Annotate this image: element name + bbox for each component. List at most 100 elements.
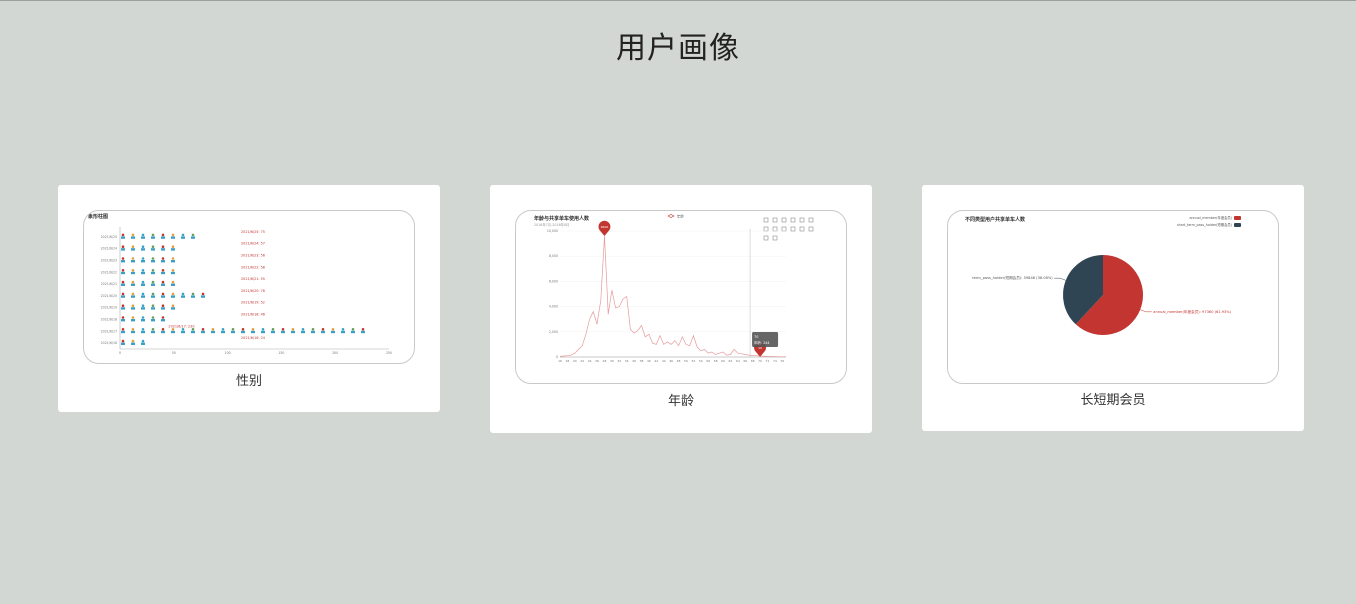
value-label: 2021/6/20: 78 xyxy=(241,289,265,293)
x-tick-label: 50 xyxy=(684,359,688,363)
value-label: 2021/6/17: 230 xyxy=(168,324,194,328)
x-tick-label: 18 xyxy=(565,359,569,363)
tooltip-text: 年龄: 244 xyxy=(754,340,769,345)
pictorial-bar xyxy=(121,245,175,251)
toolbox-icon xyxy=(808,226,814,232)
toolbox-icon xyxy=(772,226,778,232)
chart-title: 年龄与共享单车使用人数 xyxy=(534,215,590,222)
value-label: 2021/6/24: 57 xyxy=(241,242,265,246)
x-tick-label: 28 xyxy=(603,359,607,363)
category-label: 2021/6/18 xyxy=(101,318,117,322)
member-pie-chart: 不同类型用户共享单车人数 annual_member(年度会员) short_ter… xyxy=(965,215,1241,335)
member-chart-thumbnail[interactable]: 不同类型用户共享单车人数 annual_member(年度会员) short_ter… xyxy=(947,210,1279,384)
toolbox-icon xyxy=(763,226,769,232)
toolbox-icon xyxy=(781,217,787,223)
x-tick-label: 32 xyxy=(617,359,621,363)
toolbox-icon xyxy=(790,217,796,223)
member-caption: 长短期会员 xyxy=(1080,393,1146,408)
age-card[interactable]: 年龄与共享单车使用人数 2016年7月-2016年8月 年龄 0 2,000 4,000 6… xyxy=(490,185,872,433)
chart-title: 不同类型用户共享单车人数 xyxy=(965,216,1026,223)
x-tick-label: 46 xyxy=(669,359,673,363)
x-tick-label: 72 xyxy=(766,359,770,363)
x-tick-label: 24 xyxy=(588,359,592,363)
x-tick-label: 0 xyxy=(119,351,121,355)
x-tick-label: 36 xyxy=(632,359,636,363)
legend-label: 年龄 xyxy=(677,214,684,219)
value-label: 2021/6/21: 55 xyxy=(241,277,265,281)
x-tick-label: 66 xyxy=(743,359,747,363)
x-tick-label: 70 xyxy=(758,359,762,363)
value-label: 2021/6/25: 75 xyxy=(241,230,265,234)
x-tick-label: 26 xyxy=(595,359,599,363)
legend-marker xyxy=(667,214,675,218)
x-tick-label: 20 xyxy=(573,359,577,363)
chart-title: 象形柱图 xyxy=(88,213,108,220)
slice-label: annual_member(年度会员): 97360 (61.93%) xyxy=(1153,309,1231,314)
y-tick-label: 4,000 xyxy=(549,305,558,309)
pictorial-bar xyxy=(121,304,175,310)
slice-label-line xyxy=(1054,277,1066,281)
slice-label: term_pass_holder(短期会员): 59846 (38.06%) xyxy=(972,275,1053,280)
legend-label: short_term_pass_holder(短期会员) xyxy=(1177,222,1232,227)
chart-subtitle: 2016年7月-2016年8月 xyxy=(534,222,569,227)
toolbox-icon xyxy=(763,235,769,241)
y-tick-label: 10,000 xyxy=(547,229,558,233)
x-tick-label: 40 xyxy=(647,359,651,363)
gender-chart-thumbnail[interactable]: 象形柱图 0 50 100 150 200 250 2021/6/25 2021/6/25: 7… xyxy=(83,210,415,364)
x-tick-label: 52 xyxy=(691,359,695,363)
x-tick-label: 64 xyxy=(736,359,740,363)
tooltip-title: 70 xyxy=(754,335,758,339)
pictorial-bar xyxy=(121,328,365,334)
category-label: 2021/6/17 xyxy=(101,329,117,333)
x-tick-label: 68 xyxy=(751,359,755,363)
category-label: 2021/6/24 xyxy=(101,247,117,251)
x-tick-label: 34 xyxy=(625,359,629,363)
x-tick-label: 42 xyxy=(654,359,658,363)
x-tick-label: 250 xyxy=(386,351,392,355)
value-label: 2021/6/19: 52 xyxy=(241,301,265,305)
x-tick-label: 62 xyxy=(729,359,733,363)
x-tick-label: 74 xyxy=(773,359,777,363)
toolbox-icon xyxy=(808,217,814,223)
toolbox-icon xyxy=(790,226,796,232)
member-card[interactable]: 不同类型用户共享单车人数 annual_member(年度会员) short_ter… xyxy=(922,185,1304,431)
x-tick-label: 48 xyxy=(677,359,681,363)
toolbox-icon xyxy=(763,217,769,223)
x-tick-label: 54 xyxy=(699,359,703,363)
x-tick-label: 150 xyxy=(278,351,284,355)
value-label: 2021/6/23: 56 xyxy=(241,254,265,258)
age-chart-thumbnail[interactable]: 年龄与共享单车使用人数 2016年7月-2016年8月 年龄 0 2,000 4,000 6… xyxy=(515,210,847,384)
x-tick-label: 50 xyxy=(172,351,176,355)
gender-card[interactable]: 象形柱图 0 50 100 150 200 250 2021/6/25 2021/6/25: 7… xyxy=(58,185,440,412)
pictorial-bar xyxy=(121,292,205,298)
category-label: 2021/6/22 xyxy=(101,270,117,274)
legend-swatch xyxy=(1234,216,1241,220)
toolbox-icon xyxy=(772,217,778,223)
slice-label-line xyxy=(1140,309,1152,313)
category-label: 2021/6/16 xyxy=(101,341,117,345)
y-tick-label: 8,000 xyxy=(549,254,558,258)
toolbox-icon xyxy=(781,226,787,232)
value-label: 2021/6/18: 46 xyxy=(241,313,265,317)
category-label: 2021/6/19 xyxy=(101,306,117,310)
pictorial-bar xyxy=(121,339,145,345)
x-tick-label: 60 xyxy=(721,359,725,363)
category-label: 2021/6/25 xyxy=(101,235,117,239)
page-title: 用户画像 xyxy=(616,31,740,66)
pictorial-bar xyxy=(121,316,165,322)
y-tick-label: 2,000 xyxy=(549,330,558,334)
category-label: 2021/6/23 xyxy=(101,259,117,263)
toolbox-icon xyxy=(799,217,805,223)
toolbox-icon xyxy=(799,226,805,232)
x-tick-label: 200 xyxy=(332,351,338,355)
age-caption: 年龄 xyxy=(667,394,694,409)
gender-caption: 性别 xyxy=(235,374,262,389)
category-label: 2021/6/20 xyxy=(101,294,117,298)
x-tick-label: 58 xyxy=(714,359,718,363)
category-label: 2021/6/21 xyxy=(101,282,117,286)
value-label: 2021/6/16: 24 xyxy=(241,336,265,340)
pictorial-bar xyxy=(121,233,195,239)
pictorial-bar xyxy=(121,280,175,286)
pictorial-bar xyxy=(121,269,175,275)
pictorial-bar-chart: 象形柱图 0 50 100 150 200 250 2021/6/25 2021/6/25: 7… xyxy=(88,213,392,355)
